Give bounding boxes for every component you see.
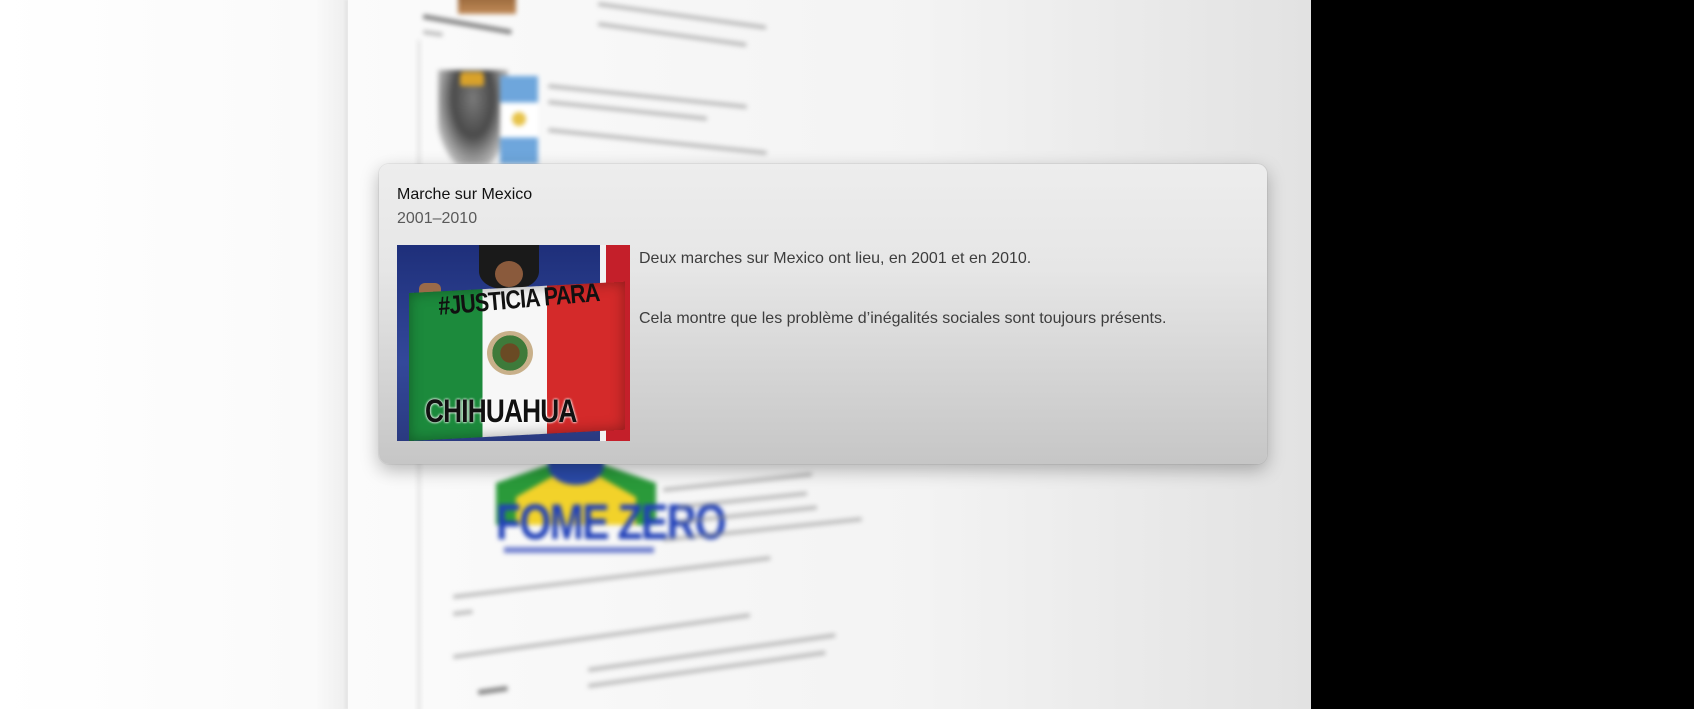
document-text-line: [662, 472, 813, 492]
document-text-line: [547, 100, 708, 121]
document-text-line: [587, 650, 826, 688]
document-text-line: [547, 128, 768, 155]
sun-icon: [512, 112, 526, 126]
photo-banner-text-bottom: CHIHUAHUA: [425, 393, 577, 429]
flag-emblem-icon: [487, 331, 533, 375]
event-photo: #JUSTICIA PARA CHIHUAHUA: [397, 245, 630, 441]
document-image-argentina: [428, 70, 538, 165]
timeline-event-popover[interactable]: Marche sur Mexico 2001–2010 #JUSTICIA PA…: [379, 164, 1267, 464]
document-text-line: [452, 609, 474, 616]
document-heading-line: [477, 685, 509, 695]
event-description-line-1: Deux marches sur Mexico ont lieu, en 200…: [639, 250, 1032, 267]
event-title: Marche sur Mexico: [397, 186, 533, 203]
document-thumbnail-top: [458, 0, 516, 14]
black-area: [1311, 0, 1694, 709]
event-description-line-2: Cela montre que les problème d’inégalité…: [639, 310, 1167, 327]
fome-zero-logo: FOME ZERO: [496, 445, 727, 575]
left-margin: [0, 0, 350, 709]
hat-shape: [460, 72, 484, 86]
event-dates: 2001–2010: [397, 210, 478, 227]
logo-subline: [504, 547, 654, 553]
document-text-line: [597, 22, 747, 47]
logo-text: FOME ZERO: [496, 494, 727, 550]
screen: FOME ZERO Marche sur Mexico 2001–2010 #J…: [0, 0, 1694, 709]
document-text-line: [422, 30, 444, 37]
